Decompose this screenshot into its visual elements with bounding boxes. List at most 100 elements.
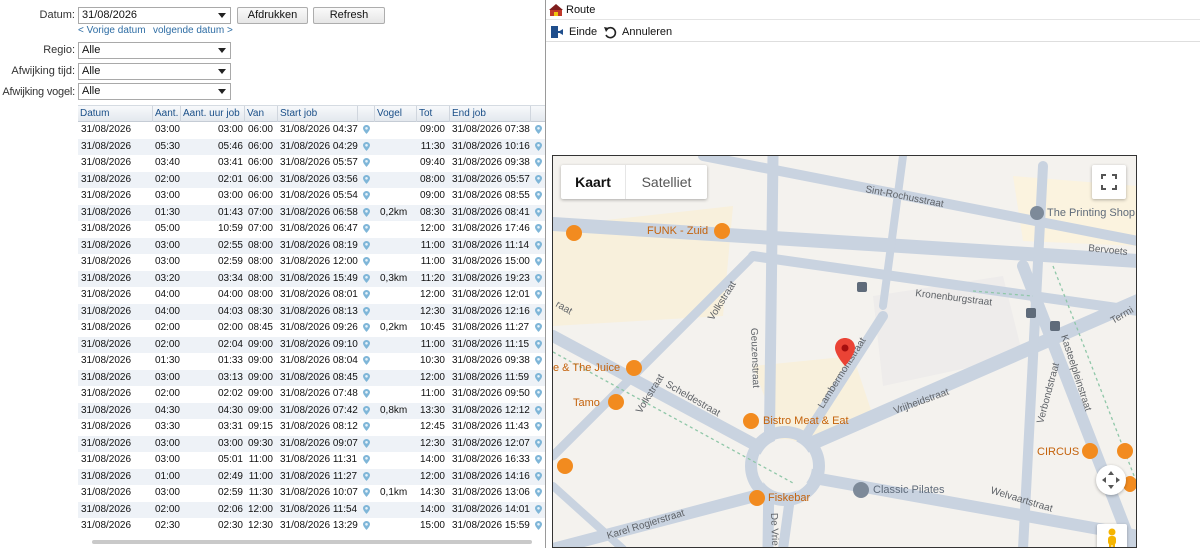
table-row[interactable]: 31/08/2026 02:00 02:00 08:45 31/08/2026 09:2…	[78, 320, 545, 337]
start-location-pin-icon[interactable]	[363, 141, 370, 151]
end-location-pin-icon[interactable]	[535, 174, 542, 184]
start-location-pin-icon[interactable]	[363, 405, 370, 415]
start-location-pin-icon[interactable]	[363, 224, 370, 233]
column-header-tot[interactable]: Tot	[417, 106, 450, 122]
afwijking-vogel-select[interactable]: Alle	[78, 83, 231, 100]
end-location-pin-icon[interactable]	[535, 339, 542, 349]
table-row[interactable]: 31/08/2026 01:30 01:33 09:00 31/08/2026 08:0…	[78, 353, 545, 370]
afwijking-tijd-select[interactable]: Alle	[78, 63, 231, 80]
table-row[interactable]: 31/08/2026 04:30 04:30 09:00 31/08/2026 07:4…	[78, 402, 545, 419]
start-location-pin-icon[interactable]	[363, 471, 370, 481]
table-row[interactable]: 31/08/2026 02:00 02:02 09:00 31/08/2026 07:4…	[78, 386, 545, 403]
table-row[interactable]: 31/08/2026 02:00 02:04 09:00 31/08/2026 09:1…	[78, 336, 545, 353]
start-location-pin-icon[interactable]	[363, 356, 370, 365]
start-location-pin-icon[interactable]	[363, 372, 370, 382]
end-location-pin-icon[interactable]	[535, 290, 542, 299]
start-location-pin-icon[interactable]	[363, 438, 370, 448]
poi-icon-pilates[interactable]	[853, 482, 869, 498]
table-row[interactable]: 31/08/2026 03:00 02:55 08:00 31/08/2026 08:1…	[78, 237, 545, 254]
start-location-pin-icon[interactable]	[363, 339, 370, 349]
end-location-pin-icon[interactable]	[535, 356, 542, 365]
end-location-pin-icon[interactable]	[535, 405, 542, 415]
datum-select[interactable]: 31/08/2026	[78, 7, 231, 24]
table-row[interactable]: 31/08/2026 01:00 02:49 11:00 31/08/2026 11:2…	[78, 468, 545, 485]
table-row[interactable]: 31/08/2026 02:30 02:30 12:30 31/08/2026 13:2…	[78, 518, 545, 535]
print-button[interactable]: Afdrukken	[237, 7, 308, 24]
poi-icon-bistro[interactable]	[743, 413, 759, 429]
start-location-pin-icon[interactable]	[363, 240, 370, 250]
column-header-end-pin[interactable]	[531, 106, 545, 122]
end-location-pin-icon[interactable]	[535, 422, 542, 431]
einde-button[interactable]: Einde	[569, 26, 597, 38]
end-location-pin-icon[interactable]	[535, 191, 542, 200]
poi-label-funk-zuid[interactable]: FUNK - Zuid	[647, 225, 708, 237]
start-location-pin-icon[interactable]	[363, 306, 370, 316]
end-location-pin-icon[interactable]	[535, 306, 542, 316]
table-row[interactable]: 31/08/2026 03:40 03:41 06:00 31/08/2026 05:5…	[78, 155, 545, 172]
table-row[interactable]: 31/08/2026 03:00 02:59 08:00 31/08/2026 12:0…	[78, 254, 545, 271]
start-location-pin-icon[interactable]	[363, 174, 370, 184]
start-location-pin-icon[interactable]	[363, 455, 370, 464]
column-header-vogel[interactable]: Vogel	[375, 106, 417, 122]
poi-label-circus[interactable]: CIRCUS	[1037, 446, 1079, 458]
column-header-aant-uur-job[interactable]: Aant. uur job	[181, 106, 245, 122]
end-location-pin-icon[interactable]	[535, 389, 542, 398]
end-location-pin-icon[interactable]	[535, 141, 542, 151]
regio-select[interactable]: Alle	[78, 42, 231, 59]
street-view-button[interactable]	[1097, 524, 1127, 547]
end-location-pin-icon[interactable]	[535, 488, 542, 497]
poi-label-juice[interactable]: e & The Juice	[553, 362, 620, 374]
location-pin-icon[interactable]	[835, 338, 855, 366]
column-header-van[interactable]: Van	[245, 106, 278, 122]
end-location-pin-icon[interactable]	[535, 257, 542, 266]
poi-label-printing-shop[interactable]: The Printing Shop	[1047, 207, 1135, 219]
poi-icon-tamo[interactable]	[608, 394, 624, 410]
start-location-pin-icon[interactable]	[363, 290, 370, 299]
start-location-pin-icon[interactable]	[363, 207, 370, 217]
fullscreen-button[interactable]	[1092, 165, 1126, 199]
end-location-pin-icon[interactable]	[535, 125, 542, 134]
start-location-pin-icon[interactable]	[363, 488, 370, 497]
table-row[interactable]: 31/08/2026 04:00 04:03 08:30 31/08/2026 08:1…	[78, 303, 545, 320]
poi-icon-restaurant-left-lower[interactable]	[557, 458, 573, 474]
end-location-pin-icon[interactable]	[535, 372, 542, 382]
end-location-pin-icon[interactable]	[535, 504, 542, 514]
start-location-pin-icon[interactable]	[363, 521, 370, 530]
end-location-pin-icon[interactable]	[535, 471, 542, 481]
end-location-pin-icon[interactable]	[535, 240, 542, 250]
end-location-pin-icon[interactable]	[535, 323, 542, 332]
poi-icon-juice[interactable]	[626, 360, 642, 376]
end-location-pin-icon[interactable]	[535, 273, 542, 283]
table-row[interactable]: 31/08/2026 03:00 05:01 11:00 31/08/2026 11:3…	[78, 452, 545, 469]
table-row[interactable]: 31/08/2026 03:30 03:31 09:15 31/08/2026 08:1…	[78, 419, 545, 436]
column-header-start-job[interactable]: Start job	[278, 106, 358, 122]
poi-label-fiskebar[interactable]: Fiskebar	[768, 492, 810, 504]
table-row[interactable]: 31/08/2026 03:00 03:00 06:00 31/08/2026 04:3…	[78, 122, 545, 139]
start-location-pin-icon[interactable]	[363, 323, 370, 332]
poi-label-bistro[interactable]: Bistro Meat & Eat	[763, 415, 849, 427]
previous-date-link[interactable]: < Vorige datum	[78, 25, 146, 36]
table-row[interactable]: 31/08/2026 04:00 04:00 08:00 31/08/2026 08:0…	[78, 287, 545, 304]
route-map[interactable]: Sint-Rochusstraat Bervoets Kronenburgstr…	[552, 155, 1137, 548]
pan-control[interactable]	[1096, 465, 1126, 495]
poi-label-tamo[interactable]: Tamo	[573, 397, 600, 409]
exit-door-icon[interactable]	[550, 25, 564, 39]
table-row[interactable]: 31/08/2026 05:30 05:46 06:00 31/08/2026 04:2…	[78, 138, 545, 155]
end-location-pin-icon[interactable]	[535, 207, 542, 217]
poi-label-pilates[interactable]: Classic Pilates	[873, 484, 945, 496]
column-header-start-pin[interactable]	[358, 106, 375, 122]
end-location-pin-icon[interactable]	[535, 158, 542, 167]
tab-map[interactable]: Kaart	[561, 165, 625, 199]
table-row[interactable]: 31/08/2026 03:00 03:00 09:30 31/08/2026 09:0…	[78, 435, 545, 452]
start-location-pin-icon[interactable]	[363, 389, 370, 398]
table-row[interactable]: 31/08/2026 02:00 02:06 12:00 31/08/2026 11:5…	[78, 501, 545, 518]
start-location-pin-icon[interactable]	[363, 422, 370, 431]
start-location-pin-icon[interactable]	[363, 125, 370, 134]
start-location-pin-icon[interactable]	[363, 257, 370, 266]
end-location-pin-icon[interactable]	[535, 455, 542, 464]
poi-icon-fiskebar[interactable]	[749, 490, 765, 506]
refresh-button[interactable]: Refresh	[313, 7, 385, 24]
table-row[interactable]: 31/08/2026 01:30 01:43 07:00 31/08/2026 06:5…	[78, 204, 545, 221]
poi-icon-funk-zuid[interactable]	[714, 223, 730, 239]
column-header-datum[interactable]: Datum	[78, 106, 153, 122]
